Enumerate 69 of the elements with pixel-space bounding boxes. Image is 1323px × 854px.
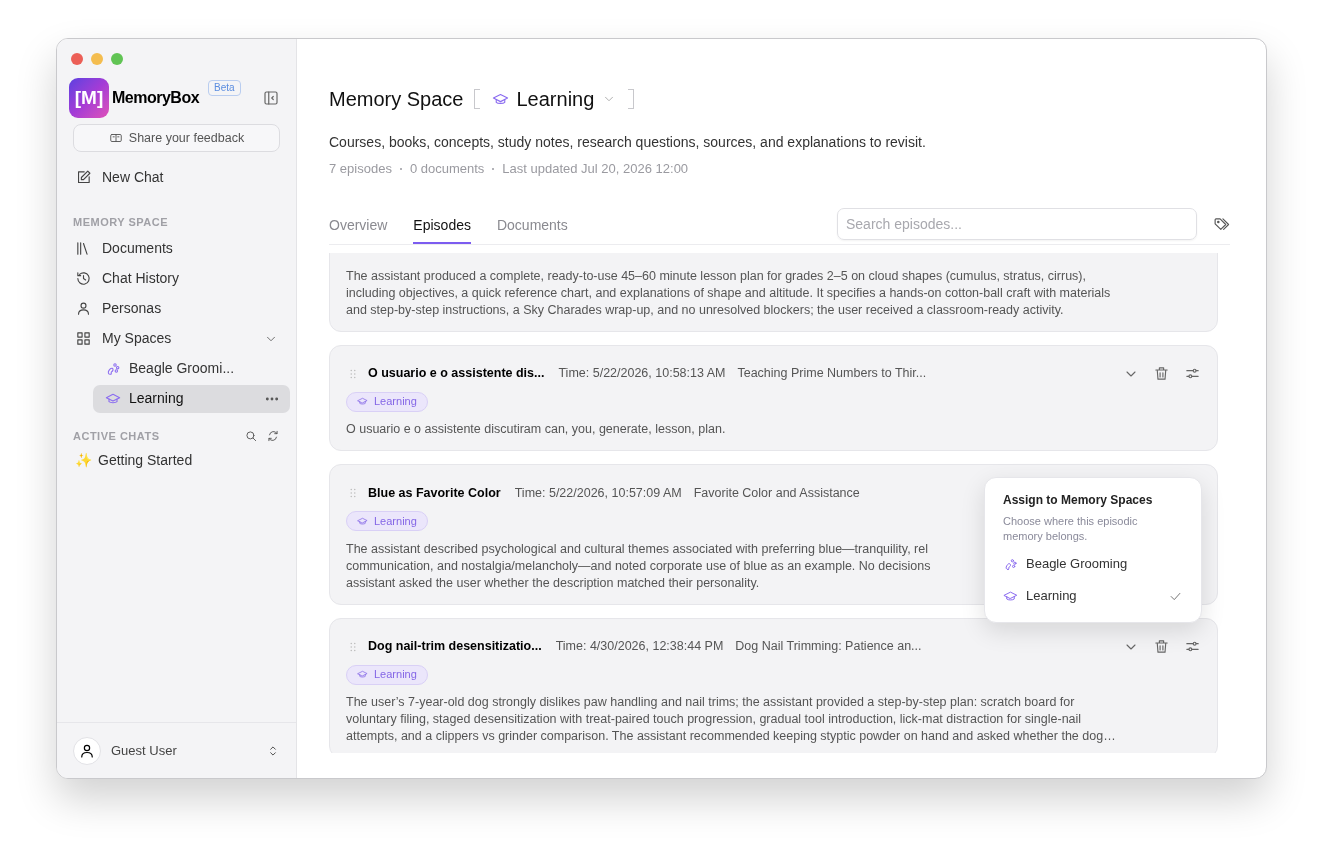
sidebar-item[interactable]: Learning (93, 384, 290, 413)
popup-subtitle: Choose where this episodic memory belongs. (1003, 514, 1139, 544)
chat-item[interactable]: ✨ Getting Started (57, 446, 296, 474)
episode-summary: The assistant produced a complete, ready-to-use 45–60 minute lesson plan for grades 2–5 on cloud shapes (cumulus, stratus, cirrus), including objectives, a quick reference chart, and explanations of shape and altitude. It specifies a hands-on cotton-ball craft with materials and step-by-step instructions, a Sky Charades wrap-up, and no unresolved blockers; the user received a classroom-ready activity. (346, 267, 1111, 319)
beta-badge: Beta (208, 80, 241, 96)
option-label: Learning (1026, 587, 1077, 606)
episode-time: Time: 5/22/2026, 10:58:13 AM (558, 365, 726, 383)
episode-title: O usuario e o assistente dis... (368, 365, 545, 383)
app-name: MemoryBox (112, 88, 200, 108)
tab[interactable]: Episodes (413, 214, 471, 244)
refresh-icon[interactable] (266, 428, 280, 443)
episode-topic: Dog Nail Trimming: Patience an... (735, 638, 922, 656)
window-control[interactable] (71, 53, 83, 65)
feedback-icon (108, 131, 123, 145)
search-field[interactable]: Search episodes... (837, 207, 1197, 240)
tab[interactable]: Overview (329, 214, 388, 244)
graduation-cap-icon (357, 669, 368, 680)
history-icon (75, 270, 92, 287)
episode-topic: Teaching Prime Numbers to Thir... (737, 365, 927, 383)
tab[interactable]: Documents (496, 214, 568, 244)
trash-icon[interactable] (1153, 638, 1170, 655)
grid-icon (75, 330, 92, 347)
episode-title: Blue as Favorite Color (368, 484, 501, 502)
graduation-cap-icon (1003, 588, 1018, 604)
space-tag: Learning (346, 511, 428, 531)
episode-summary: The assistant described psychological and cultural themes associated with preferring blue—tranquility, rel communication, and nostalgia/melancholy—and noted corporate use of blue as an example. No decisions assistant asked the user whether the description matched their personality. (346, 540, 931, 592)
sparkle-icon: ✨ (75, 449, 92, 471)
person-icon (75, 300, 92, 317)
sidebar-item[interactable]: Beagle Groomi... (93, 354, 290, 383)
search-icon[interactable] (244, 428, 258, 443)
section-heading: MEMORY SPACE (72, 215, 170, 230)
graduation-cap-icon (357, 515, 368, 527)
meta-text: 7 episodes (329, 160, 392, 178)
space-description: Courses, books, concepts, study notes, research questions, sources, and explanations to revisit. (329, 133, 927, 152)
collapse-sidebar-button[interactable] (262, 89, 280, 107)
sidebar-item[interactable]: Documents (57, 233, 296, 264)
paw-icon (1003, 556, 1018, 572)
pencil-icon (75, 168, 92, 186)
space-tag: Learning (346, 664, 428, 685)
sidebar-toggle-icon (262, 89, 280, 107)
meta-text: 0 documents (409, 160, 485, 178)
new-chat-button[interactable]: New Chat (57, 162, 296, 192)
popup-title: Assign to Memory Spaces (1003, 492, 1154, 509)
bracket-mark (473, 89, 480, 109)
space-selector[interactable]: Learning (487, 84, 621, 114)
sidebar-item[interactable]: Chat History (57, 263, 296, 294)
user-name: Guest User (111, 741, 177, 760)
section-heading: ACTIVE CHATS (73, 428, 160, 444)
app-logo: [M] (69, 78, 109, 118)
episode-summary: O usuario e o assistente discutiram can, you, generate, lesson, plan. (346, 421, 726, 438)
bracket-mark (628, 89, 635, 109)
trash-icon[interactable] (1153, 365, 1170, 382)
episode-time: Time: 4/30/2026, 12:38:44 PM (555, 638, 724, 656)
sidebar-item[interactable]: Personas (57, 293, 296, 324)
episode-time: Time: 5/22/2026, 10:57:09 AM (514, 484, 682, 502)
sidebar-item[interactable]: My Spaces (57, 323, 296, 354)
episode-summary: The user’s 7-year-old dog strongly dislikes paw handling and nail trims; the assistant provided a step-by-step plan: scratch board for voluntary filing, staged desensitization with treat-paired touch progression, gradual tool introduction, lick-mat distraction for single-nail attempts, and a clippers vs grinder comparison. The assistant recommended keeping styptic powder on hand and asked whether the dog… (346, 694, 1116, 745)
space-option[interactable]: Learning (1003, 580, 1183, 612)
feedback-button[interactable]: Share your feedback (73, 124, 280, 152)
episode-title: Dog nail-trim desensitizatio... (368, 638, 542, 656)
paw-icon (105, 360, 121, 377)
space-option[interactable]: Beagle Grooming (1003, 548, 1183, 580)
option-label: Beagle Grooming (1026, 555, 1128, 574)
tag-icon[interactable] (1213, 215, 1230, 233)
page-title: Memory Space (329, 87, 464, 112)
space-tag: Learning (346, 391, 428, 412)
meta-text: Last updated Jul 20, 2026 12:00 (502, 160, 689, 178)
episode-topic: Favorite Color and Assistance (693, 484, 860, 502)
graduation-cap-icon (357, 396, 368, 407)
